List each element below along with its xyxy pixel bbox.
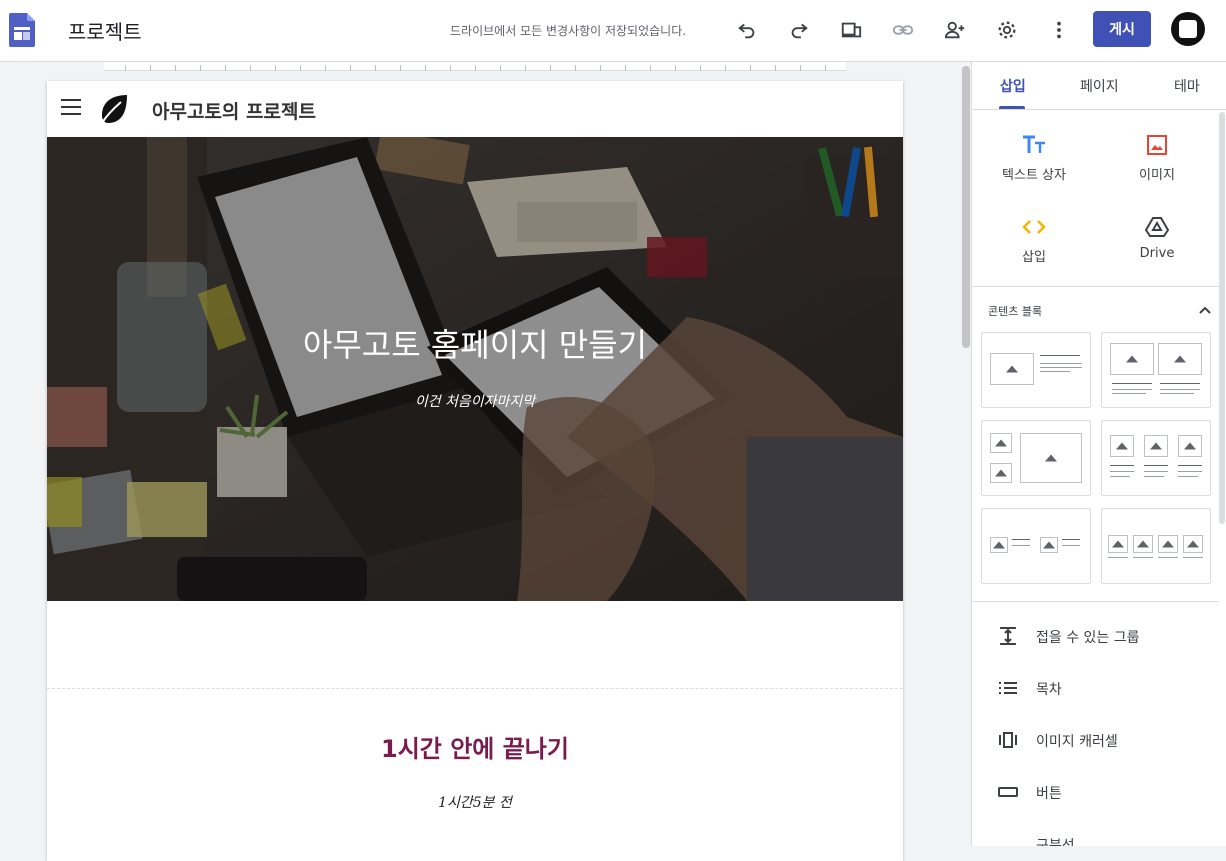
block-image-icon: [1144, 435, 1168, 457]
tab-themes[interactable]: 테마: [1174, 76, 1200, 96]
block-image-icon: [1183, 535, 1203, 553]
block-image-icon: [990, 537, 1008, 553]
panel-separator: [972, 601, 1219, 602]
image-carousel-icon: [998, 730, 1018, 750]
section-subtitle[interactable]: 1시간5분 전: [47, 792, 903, 812]
button-icon: [998, 782, 1018, 802]
leaf-logo-icon[interactable]: [99, 93, 129, 125]
hero-subtitle[interactable]: 이건 처음이자마지막: [47, 391, 903, 411]
canvas-scrollbar[interactable]: [962, 66, 970, 348]
drive-label: Drive: [1139, 246, 1175, 261]
more-vert-icon[interactable]: [1044, 15, 1074, 45]
block-image-icon: [1133, 535, 1153, 553]
divider-icon: [998, 834, 1018, 846]
image-carousel-label: 이미지 캐러셀: [1036, 734, 1118, 750]
content-block-three-columns[interactable]: [1101, 420, 1211, 496]
divider-label: 구분선: [1036, 838, 1075, 846]
content-block-gallery[interactable]: [981, 420, 1091, 496]
block-image-icon: [1158, 535, 1178, 553]
menu-icon[interactable]: [61, 99, 81, 115]
sites-logo-icon[interactable]: [9, 13, 35, 47]
insert-button[interactable]: 버튼: [972, 772, 1219, 812]
content-blocks-title: 콘텐츠 블록: [988, 305, 1043, 318]
chevron-up-icon[interactable]: [1198, 300, 1212, 319]
text-box-label: 텍스트 상자: [1002, 168, 1066, 183]
top-app-bar: 프로젝트 드라이브에서 모든 변경사항이 저장되었습니다. 게시: [0, 0, 1226, 62]
save-status: 드라이브에서 모든 변경사항이 저장되었습니다.: [450, 24, 687, 38]
block-image-icon: [1110, 435, 1134, 457]
panel-tabs: 삽입 페이지 테마: [972, 62, 1226, 110]
insert-drive-button[interactable]: Drive: [1102, 212, 1212, 261]
insert-text-box-button[interactable]: 텍스트 상자: [979, 130, 1089, 183]
block-image-icon: [1158, 343, 1202, 375]
image-icon: [1102, 130, 1212, 160]
add-person-icon[interactable]: [940, 15, 970, 45]
embed-label: 삽입: [1022, 250, 1046, 265]
insert-side-panel: 삽입 페이지 테마 텍스트 상자 이미지 삽입 Drive 콘텐츠 블록 접을 …: [971, 62, 1226, 846]
embed-code-icon: [979, 212, 1089, 242]
panel-scrollbar[interactable]: [1219, 112, 1225, 524]
drive-icon: [1102, 212, 1212, 242]
tab-pages[interactable]: 페이지: [1080, 76, 1119, 96]
button-label: 버튼: [1036, 786, 1062, 802]
text-box-icon: [979, 130, 1089, 160]
hero-title[interactable]: 아무고토 홈페이지 만들기: [47, 320, 903, 366]
hero-background-image: [47, 137, 903, 601]
insert-table-of-contents[interactable]: 목차: [972, 668, 1219, 708]
block-image-icon: [1108, 535, 1128, 553]
insert-image-carousel[interactable]: 이미지 캐러셀: [972, 720, 1219, 760]
section-divider: [47, 688, 903, 689]
content-block-image-text[interactable]: [981, 332, 1091, 408]
table-of-contents-icon: [998, 678, 1018, 698]
block-image-icon: [1110, 343, 1154, 375]
redo-icon[interactable]: [784, 15, 814, 45]
content-block-image-pairs[interactable]: [981, 508, 1091, 584]
insert-image-button[interactable]: 이미지: [1102, 130, 1212, 183]
image-label: 이미지: [1139, 168, 1175, 183]
section-title[interactable]: 1시간 안에 끝나기: [47, 729, 903, 764]
insert-embed-button[interactable]: 삽입: [979, 212, 1089, 265]
block-image-icon: [990, 353, 1034, 385]
site-page-canvas[interactable]: 아무고토의 프로젝트 아무고토 홈페이지 만들기 이건 처음이자마지막 1시간 …: [47, 81, 903, 861]
block-image-icon: [1040, 537, 1058, 553]
hero-banner[interactable]: 아무고토 홈페이지 만들기 이건 처음이자마지막: [47, 137, 903, 601]
collapsible-group-label: 접을 수 있는 그룹: [1036, 630, 1140, 646]
content-block-two-images[interactable]: [1101, 332, 1211, 408]
table-of-contents-label: 목차: [1036, 682, 1062, 698]
site-name[interactable]: 아무고토의 프로젝트: [152, 97, 316, 124]
active-tab-indicator: [999, 106, 1025, 109]
panel-separator: [972, 286, 1219, 287]
block-image-icon: [990, 463, 1012, 483]
publish-button[interactable]: 게시: [1093, 11, 1151, 47]
block-image-icon: [1178, 435, 1202, 457]
tab-insert[interactable]: 삽입: [1000, 76, 1026, 96]
site-header[interactable]: 아무고토의 프로젝트: [47, 81, 903, 137]
document-title[interactable]: 프로젝트: [68, 16, 142, 45]
settings-gear-icon[interactable]: [992, 15, 1022, 45]
insert-collapsible-group[interactable]: 접을 수 있는 그룹: [972, 616, 1219, 656]
ruler: [104, 62, 846, 71]
block-image-icon: [990, 433, 1012, 453]
undo-icon[interactable]: [732, 15, 762, 45]
link-icon[interactable]: [888, 15, 918, 45]
preview-devices-icon[interactable]: [836, 15, 866, 45]
content-block-four-columns[interactable]: [1101, 508, 1211, 584]
collapsible-group-icon: [998, 626, 1018, 646]
avatar[interactable]: [1171, 12, 1205, 46]
block-image-icon: [1020, 433, 1082, 483]
insert-divider[interactable]: 구분선: [972, 824, 1219, 846]
